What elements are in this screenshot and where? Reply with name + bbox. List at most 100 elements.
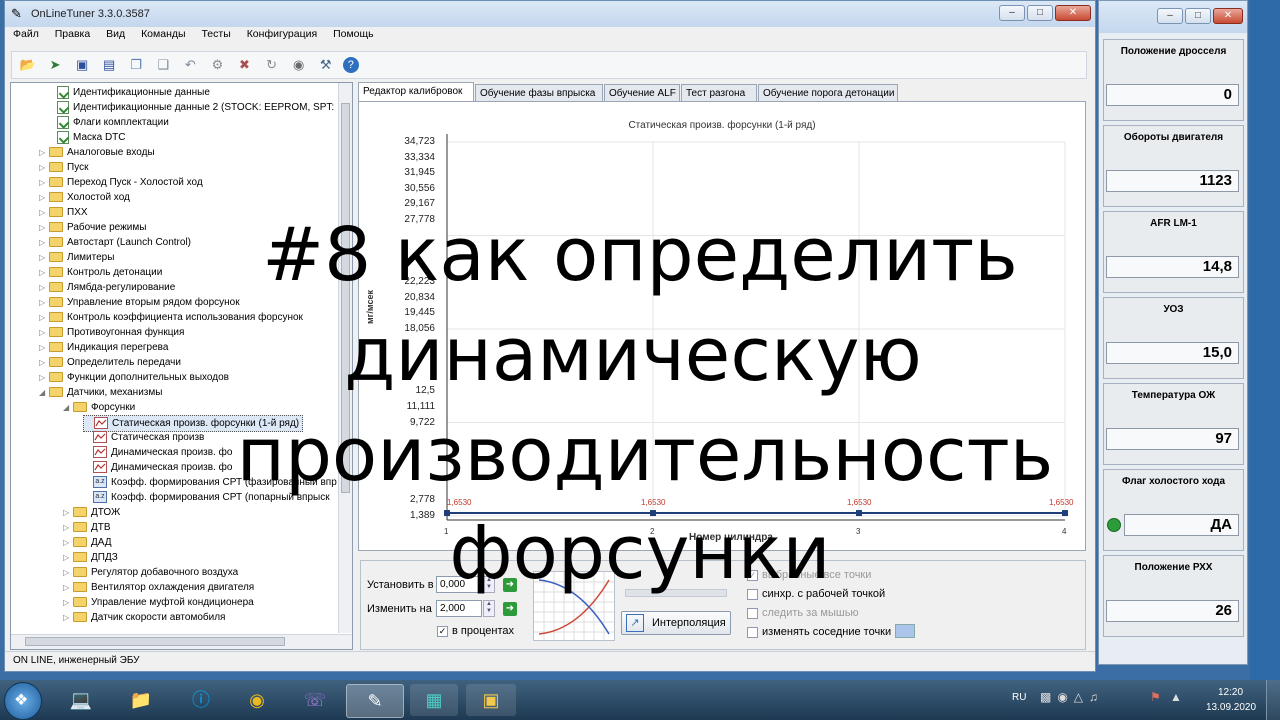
gauge-panel: Положение дросселя 0 [1103, 39, 1244, 121]
tools-icon[interactable]: ⚒ [316, 55, 336, 75]
onlinetuner-task-icon[interactable]: ✎ [346, 684, 404, 718]
tray-arrow-icon[interactable]: ▲ [1170, 690, 1182, 704]
minimize-button[interactable]: – [999, 5, 1025, 21]
viber-icon[interactable]: ☏ [292, 684, 338, 716]
tree-item-label: Идентификационные данные [73, 87, 210, 98]
expand-arrow-icon[interactable]: ▷ [39, 190, 49, 205]
explorer-icon[interactable]: 💻 [58, 684, 104, 716]
tree-item-label: Пуск [67, 162, 89, 173]
change-value-spinner[interactable]: ▲ ▼ [483, 600, 495, 617]
tree-item-label: Идентификационные данные 2 (STOCK: EEPRO… [73, 102, 335, 113]
tree-item[interactable]: ▷ Пуск [39, 160, 88, 175]
status-text: ON LINE, инженерный ЭБУ [13, 655, 140, 666]
open-icon[interactable]: 📂 [18, 55, 38, 75]
language-indicator[interactable]: RU [1012, 692, 1026, 703]
point-label: 1,6530 [1049, 498, 1074, 507]
expand-arrow-icon[interactable]: ▷ [39, 145, 49, 160]
expand-arrow-icon[interactable]: ▷ [63, 595, 73, 610]
save-icon[interactable]: ▣ [72, 55, 92, 75]
maximize-button[interactable]: □ [1027, 5, 1053, 21]
undo-icon[interactable]: ↶ [180, 55, 200, 75]
connect-icon[interactable]: ➤ [45, 55, 65, 75]
tree-item[interactable]: ▷ Аналоговые входы [39, 145, 155, 160]
tree-item[interactable]: ▷ Датчик скорости автомобиля [63, 610, 225, 625]
menu-view[interactable]: Вид [106, 28, 125, 40]
expand-arrow-icon[interactable]: ▷ [63, 610, 73, 625]
tree-item-label: Флаги комплектации [73, 117, 169, 128]
tree-item-label: Маска DTC [73, 132, 126, 143]
close-button[interactable]: ✕ [1055, 5, 1091, 21]
change-label: Изменить на [367, 603, 432, 615]
skype-icon[interactable]: ⓘ [178, 684, 224, 716]
expand-arrow-icon[interactable]: ▷ [39, 295, 49, 310]
folder-icon[interactable]: 📁 [118, 684, 164, 716]
doc-icon [57, 100, 69, 114]
tab-knock-threshold[interactable]: Обучение порога детонации [758, 84, 898, 101]
window-title: OnLineTuner 3.3.0.3587 [31, 8, 150, 20]
chrome-icon[interactable]: ◉ [234, 684, 280, 716]
folder-icon [73, 612, 87, 623]
tab-injection-phase[interactable]: Обучение фазы впрыска [475, 84, 603, 101]
tree-item[interactable]: Идентификационные данные [47, 85, 210, 100]
tree-item[interactable]: ◢ Форсунки [63, 400, 135, 415]
app-task-icon-2[interactable]: ▦ [410, 684, 458, 716]
tab-calibration-editor[interactable]: Редактор калибровок [358, 82, 474, 102]
percent-check-icon[interactable]: ✓ [437, 625, 448, 637]
tree-hscrollbar[interactable] [11, 634, 352, 649]
overlay-line-4: форсунки [449, 510, 831, 596]
expand-arrow-icon[interactable]: ▷ [39, 160, 49, 175]
refresh-icon[interactable]: ↻ [262, 55, 282, 75]
tray-icons[interactable]: ▩◉△♫ [1040, 690, 1104, 704]
tray-flag-icon[interactable]: ⚑ [1150, 690, 1161, 704]
clock-date[interactable]: 13.09.2020 [1206, 702, 1256, 713]
interpolation-button[interactable]: ↗ Интерполяция [621, 611, 731, 635]
point-label: 1,6530 [447, 498, 472, 507]
paste-icon[interactable]: ❑ [153, 55, 173, 75]
taskbar: ❖ 💻 📁 ⓘ ◉ ☏ ✎ ▦ ▣ RU ▩◉△♫ ⚑ ▲ 12:20 13.0… [0, 680, 1280, 720]
clock-time[interactable]: 12:20 [1218, 687, 1243, 698]
percent-checkbox[interactable]: ✓ в процентах [437, 625, 514, 637]
menu-bar: Файл Правка Вид Команды Тесты Конфигурац… [13, 28, 387, 44]
expand-arrow-icon[interactable]: ◢ [63, 400, 73, 415]
overlay-line-2: динамическую [344, 312, 922, 398]
menu-edit[interactable]: Правка [55, 28, 90, 40]
tree-item[interactable]: Флаги комплектации [47, 115, 169, 130]
show-desktop-button[interactable] [1266, 680, 1280, 720]
menu-help[interactable]: Помощь [333, 28, 374, 40]
read-icon[interactable]: ⚙ [207, 55, 227, 75]
opt-mouse-check[interactable] [747, 607, 758, 619]
tree-item[interactable]: ▷ Управление муфтой кондиционера [63, 595, 254, 610]
change-value-input[interactable]: 2,000 [436, 600, 482, 617]
change-apply-button[interactable]: ➜ [503, 602, 517, 616]
gauges-close-button[interactable]: ✕ [1213, 8, 1243, 24]
expand-arrow-icon[interactable]: ▷ [39, 175, 49, 190]
tree-hscroll-thumb[interactable] [25, 637, 285, 646]
opt-neighbors[interactable]: изменять соседние точки [747, 626, 891, 638]
gauges-minimize-button[interactable]: – [1157, 8, 1183, 24]
car-icon[interactable]: ◉ [289, 55, 309, 75]
save-as-icon[interactable]: ▤ [99, 55, 119, 75]
gauge-value: 0 [1106, 84, 1239, 106]
start-button[interactable]: ❖ [4, 682, 42, 720]
gauges-maximize-button[interactable]: □ [1185, 8, 1211, 24]
menu-commands[interactable]: Команды [141, 28, 186, 40]
opt-neighbors-check[interactable] [747, 626, 758, 638]
tree-item-label: ПХХ [67, 207, 88, 218]
help-icon[interactable]: ? [342, 57, 359, 73]
copy-icon[interactable]: ❐ [126, 55, 146, 75]
neighbor-color-swatch[interactable] [895, 624, 915, 638]
write-icon[interactable]: ✖ [235, 55, 255, 75]
tree-item[interactable]: Маска DTC [47, 130, 126, 145]
tree-item[interactable]: ▷ Переход Пуск - Холостой ход [39, 175, 203, 190]
tree-item[interactable]: ▷ Холостой ход [39, 190, 130, 205]
menu-file[interactable]: Файл [13, 28, 39, 40]
tree-item[interactable]: Идентификационные данные 2 (STOCK: EEPRO… [47, 100, 334, 115]
tab-acceleration-test[interactable]: Тест разгона [681, 84, 757, 101]
app-task-icon-3[interactable]: ▣ [466, 684, 516, 716]
tree-item[interactable]: ▷ Управление вторым рядом форсунок [39, 295, 240, 310]
opt-mouse[interactable]: следить за мышью [747, 607, 859, 619]
overlay-line-3: производительность [236, 412, 1054, 498]
tab-alf[interactable]: Обучение ALF [604, 84, 680, 101]
menu-config[interactable]: Конфигурация [247, 28, 317, 40]
menu-tests[interactable]: Тесты [201, 28, 230, 40]
